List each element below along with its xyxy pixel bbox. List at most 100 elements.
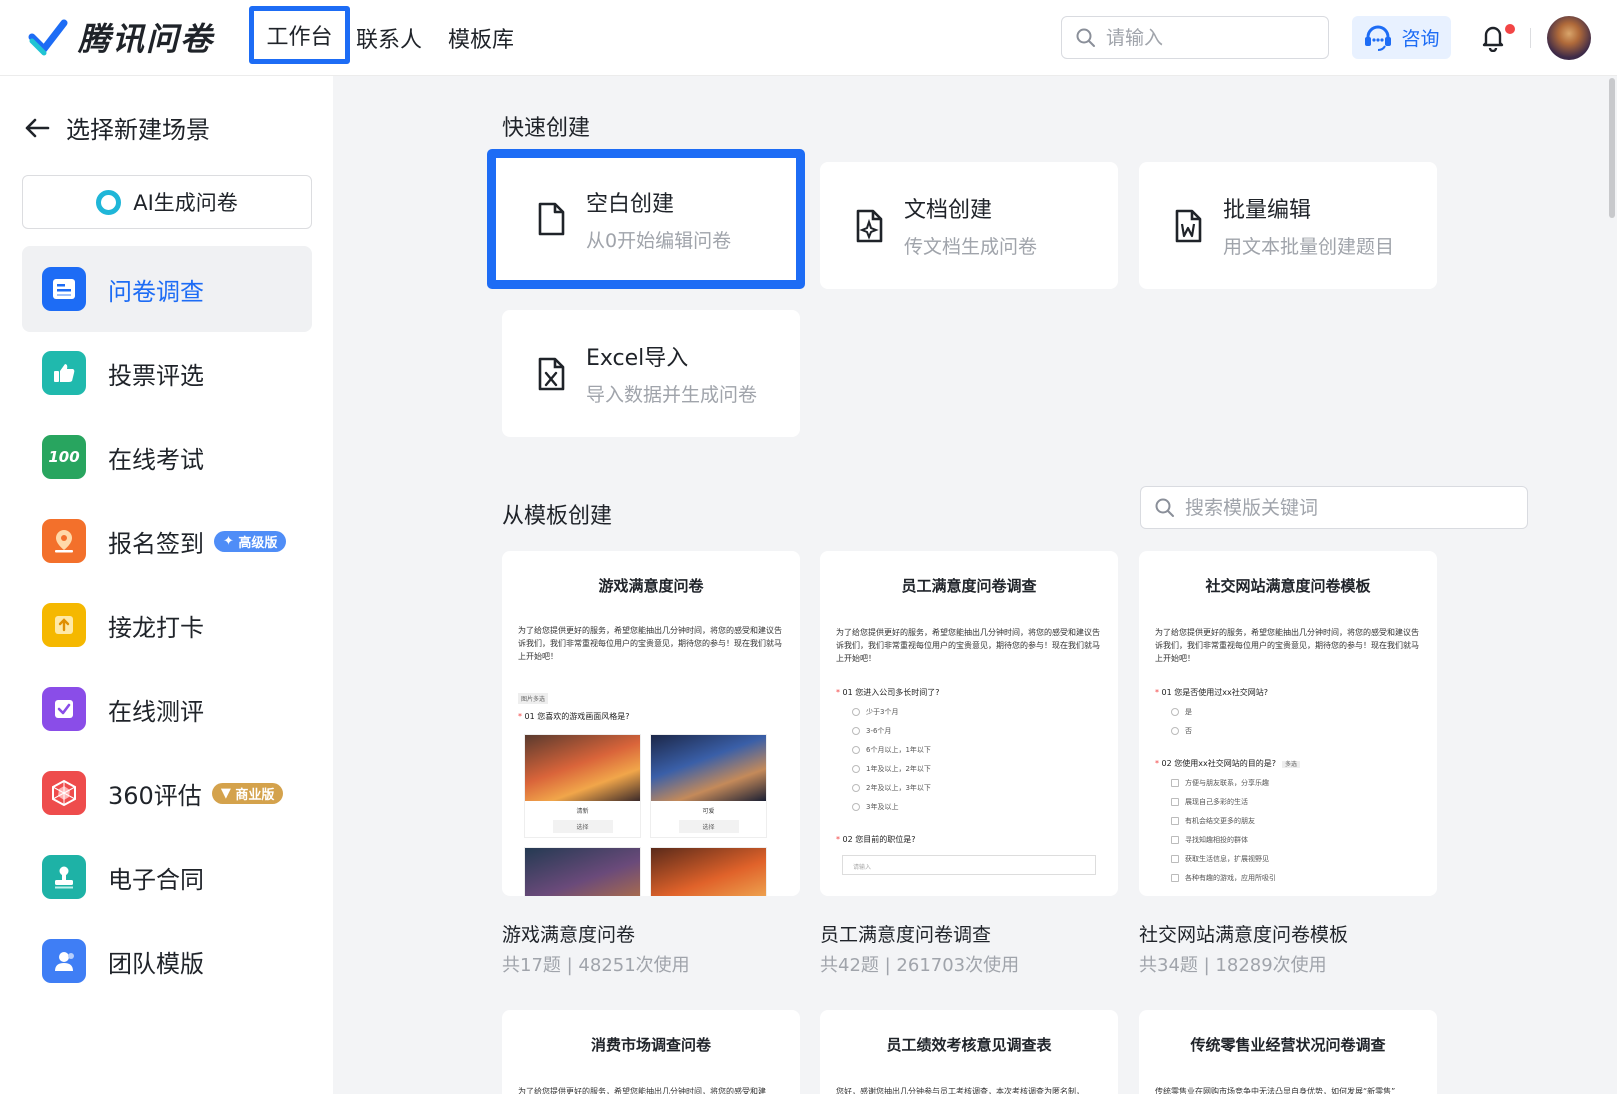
ai-generate-button[interactable]: AI生成问卷 [22,175,312,229]
image-option-select: 选择 [678,820,739,833]
image-option-caption: 清新 [576,808,589,815]
template-preview-title: 员工满意度问卷调查 [901,577,1037,595]
sidebar-item-signup[interactable]: 报名签到 ✦ 高级版 [22,498,312,584]
score-100-icon: 100 [42,435,86,479]
radio-option: 3-6个月 [820,726,1118,736]
sidebar-item-360[interactable]: 360评估 ▼ 商业版 [22,750,312,836]
template-question: * 02 您目前的职位是? [836,835,916,844]
template-preview-title: 传统零售业经营状况问卷调查 [1190,1036,1386,1054]
option-label: 6个月以上，1年以下 [866,746,931,754]
upload-checkin-icon [42,603,86,647]
template-meta: 共42题 | 261703次使用 [820,955,1020,976]
bell-icon[interactable] [1478,22,1508,52]
checkbox-option: 方便与朋友联系，分享乐趣 [1139,778,1437,788]
option-label: 1年及以上，2年以下 [866,765,931,773]
template-search[interactable] [1140,486,1528,529]
template-preview-intro: 为了给您提供更好的服务，希望您能抽出几分钟时间，将您的感受和建议告诉我们，我们非… [1155,628,1419,663]
radio-option: 2年及以上，3年以下 [820,783,1118,793]
template-card-consumer-market[interactable]: 消费市场调查问卷 为了给您提供更好的服务，希望您能抽出几分钟时间，将您的感受和建 [502,1010,800,1094]
global-search[interactable] [1061,16,1329,59]
user-avatar[interactable] [1547,16,1591,60]
sidebar-item-label: 投票评选 [108,361,204,390]
card-title: 文档创建 [904,198,993,223]
scrollbar-thumb[interactable] [1609,78,1615,218]
business-badge: ▼ 商业版 [211,782,284,804]
template-preview-title: 游戏满意度问卷 [598,577,704,595]
sidebar-item-label: 团队模版 [108,949,204,978]
back-button[interactable]: 选择新建场景 [24,110,210,145]
sidebar-item-assessment[interactable]: 在线测评 [22,666,312,752]
template-name[interactable]: 社交网站满意度问卷模板 [1139,920,1348,947]
template-search-input[interactable] [1185,496,1385,519]
sidebar-item-label: 360评估 [108,781,202,810]
pro-badge-label: 高级版 [238,535,278,551]
template-question: * 01 您是否使用过xx社交网站? [1155,688,1268,697]
sidebar-item-contract[interactable]: 电子合同 [22,834,312,920]
sidebar-item-team-templates[interactable]: 团队模版 [22,918,312,1004]
radio-option: 少于3个月 [820,707,1118,717]
game-art-image [651,735,766,801]
checkbox-option: 寻找知趣相投的群体 [1139,835,1437,845]
pro-badge: ✦ 高级版 [214,530,287,552]
template-preview-intro: 为了给您提供更好的服务，希望您能抽出几分钟时间，将您的感受和建 [518,1087,766,1094]
template-card-social-network[interactable]: 社交网站满意度问卷模板 为了给您提供更好的服务，希望您能抽出几分钟时间，将您的感… [1139,551,1437,896]
header-divider [1530,28,1531,48]
image-option: 可爱 选择 [650,734,767,838]
top-header: 腾讯问卷 工作台 联系人 模板库 咨询 [0,0,1617,76]
ai-ring-icon [96,189,122,215]
option-label: 各种有趣的游戏，应用所吸引 [1185,874,1276,882]
sidebar-item-vote[interactable]: 投票评选 [22,330,312,416]
radio-option: 1年及以上，2年以下 [820,764,1118,774]
stamp-icon [42,855,86,899]
nav-templates[interactable]: 模板库 [448,22,514,54]
image-option: 清新 选择 [524,734,641,838]
template-question: * 01 您喜欢的游戏画面风格是? [518,712,630,721]
template-name[interactable]: 员工满意度问卷调查 [820,920,991,947]
consult-button[interactable]: 咨询 [1352,16,1451,59]
nav-contacts[interactable]: 联系人 [356,22,422,54]
radio-option: 3年及以上 [820,802,1118,812]
template-preview-title: 员工绩效考核意见调查表 [886,1036,1052,1054]
template-text-input: 请输入 [842,855,1096,875]
consult-label: 咨询 [1401,28,1440,50]
image-option [650,847,767,896]
nav-workbench[interactable]: 工作台 [249,6,350,64]
card-title: Excel导入 [586,346,689,371]
template-card-game[interactable]: 游戏满意度问卷 为了给您提供更好的服务，希望您能抽出几分钟时间，将您的感受和建议… [502,551,800,896]
global-search-input[interactable] [1106,26,1306,49]
template-name[interactable]: 游戏满意度问卷 [502,920,635,947]
ai-generate-label: AI生成问卷 [133,191,238,215]
template-preview-intro: 为了给您提供更好的服务，希望您能抽出几分钟时间，将您的感受和建议告诉我们，我们非… [518,626,782,661]
game-art-image [651,848,766,896]
sidebar-item-survey[interactable]: 问卷调查 [22,246,312,332]
notification-dot [1505,24,1515,34]
card-title: 空白创建 [586,191,675,217]
template-question-text: 02 您目前的职位是? [842,835,916,844]
batch-edit-card[interactable]: 批量编辑 用文本批量创建题目 [1139,162,1437,289]
app-name: 腾讯问卷 [78,20,215,58]
main-scrollbar[interactable] [1607,76,1617,1094]
sidebar-item-label: 在线测评 [108,697,204,726]
template-preview-intro: 传统零售业在网购市场竞争中无法凸显自身优势，如何发展“新零售” [1155,1087,1396,1094]
template-question-tag: 多选 [1281,761,1300,768]
checkbox-option: 有机会结交更多的朋友 [1139,816,1437,826]
option-label: 是 [1185,708,1192,716]
sidebar-item-exam[interactable]: 100 在线考试 [22,414,312,500]
app-logo[interactable]: 腾讯问卷 [28,14,214,60]
excel-doc-icon [538,357,565,390]
template-card-performance-review[interactable]: 员工绩效考核意见调查表 您好，感谢您抽出几分钟参与员工考核调查，本次考核调查为匿… [820,1010,1118,1094]
template-question-text: 01 您是否使用过xx社交网站? [1161,688,1268,697]
doc-create-card[interactable]: 文档创建 传文档生成问卷 [820,162,1118,289]
sidebar-item-checkin[interactable]: 接龙打卡 [22,582,312,668]
template-card-employee-satisfaction[interactable]: 员工满意度问卷调查 为了给您提供更好的服务，希望您能抽出几分钟时间，将您的感受和… [820,551,1118,896]
template-question: * 01 您进入公司多长时间了? [836,688,940,697]
business-badge-label: 商业版 [235,787,275,803]
blank-create-card[interactable]: 空白创建 从0开始编辑问卷 [487,149,805,289]
template-question-text: 01 您喜欢的游戏画面风格是? [524,712,630,721]
option-label: 2年及以上，3年以下 [866,784,931,792]
template-preview-title: 社交网站满意度问卷模板 [1205,577,1371,595]
survey-icon [42,267,86,311]
excel-import-card[interactable]: Excel导入 导入数据并生成问卷 [502,310,800,437]
template-card-retail[interactable]: 传统零售业经营状况问卷调查 传统零售业在网购市场竞争中无法凸显自身优势，如何发展… [1139,1010,1437,1094]
radar-icon [42,771,86,815]
